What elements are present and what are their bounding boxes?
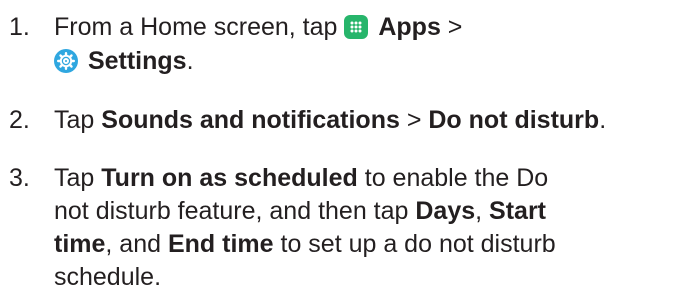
step-number: 1. <box>9 13 30 41</box>
end-time-label: End time <box>167 230 274 258</box>
start-time-label-part: time <box>54 230 106 258</box>
instruction-steps: 1. From a Home screen, tap Apps > Settin… <box>0 0 673 293</box>
step-line: not disturb feature, and then tap Days, … <box>54 197 547 225</box>
settings-label: Settings <box>87 47 187 75</box>
step-body: From a Home screen, tap Apps > Settings. <box>54 10 462 78</box>
step-number: 3. <box>9 164 30 192</box>
step-body: Tap Turn on as scheduled to enable the D… <box>54 161 556 293</box>
days-label: Days <box>415 197 476 225</box>
step-line: schedule. <box>54 263 162 291</box>
sounds-and-notifications-label: Sounds and notifications <box>101 106 400 134</box>
step-line: From a Home screen, tap Apps > <box>54 13 463 41</box>
step-3: 3. Tap Turn on as scheduled to enable th… <box>0 161 556 293</box>
step-line: time, and End time to set up a do not di… <box>54 230 556 258</box>
step-2: 2. Tap Sounds and notifications > Do not… <box>0 103 606 137</box>
apps-label: Apps <box>378 13 441 41</box>
turn-on-as-scheduled-label: Turn on as scheduled <box>101 164 358 192</box>
apps-grid-icon <box>344 15 369 39</box>
step-1: 1. From a Home screen, tap Apps > Settin… <box>0 10 462 78</box>
do-not-disturb-label: Do not disturb <box>428 106 600 134</box>
step-line: Tap Turn on as scheduled to enable the D… <box>54 164 549 192</box>
settings-gear-icon <box>54 49 78 73</box>
start-time-label-part: Start <box>489 197 547 225</box>
step-line: Tap Sounds and notifications > Do not di… <box>54 106 607 134</box>
step-line: Settings. <box>54 44 462 78</box>
step-number: 2. <box>9 106 30 134</box>
step-body: Tap Sounds and notifications > Do not di… <box>54 103 606 137</box>
